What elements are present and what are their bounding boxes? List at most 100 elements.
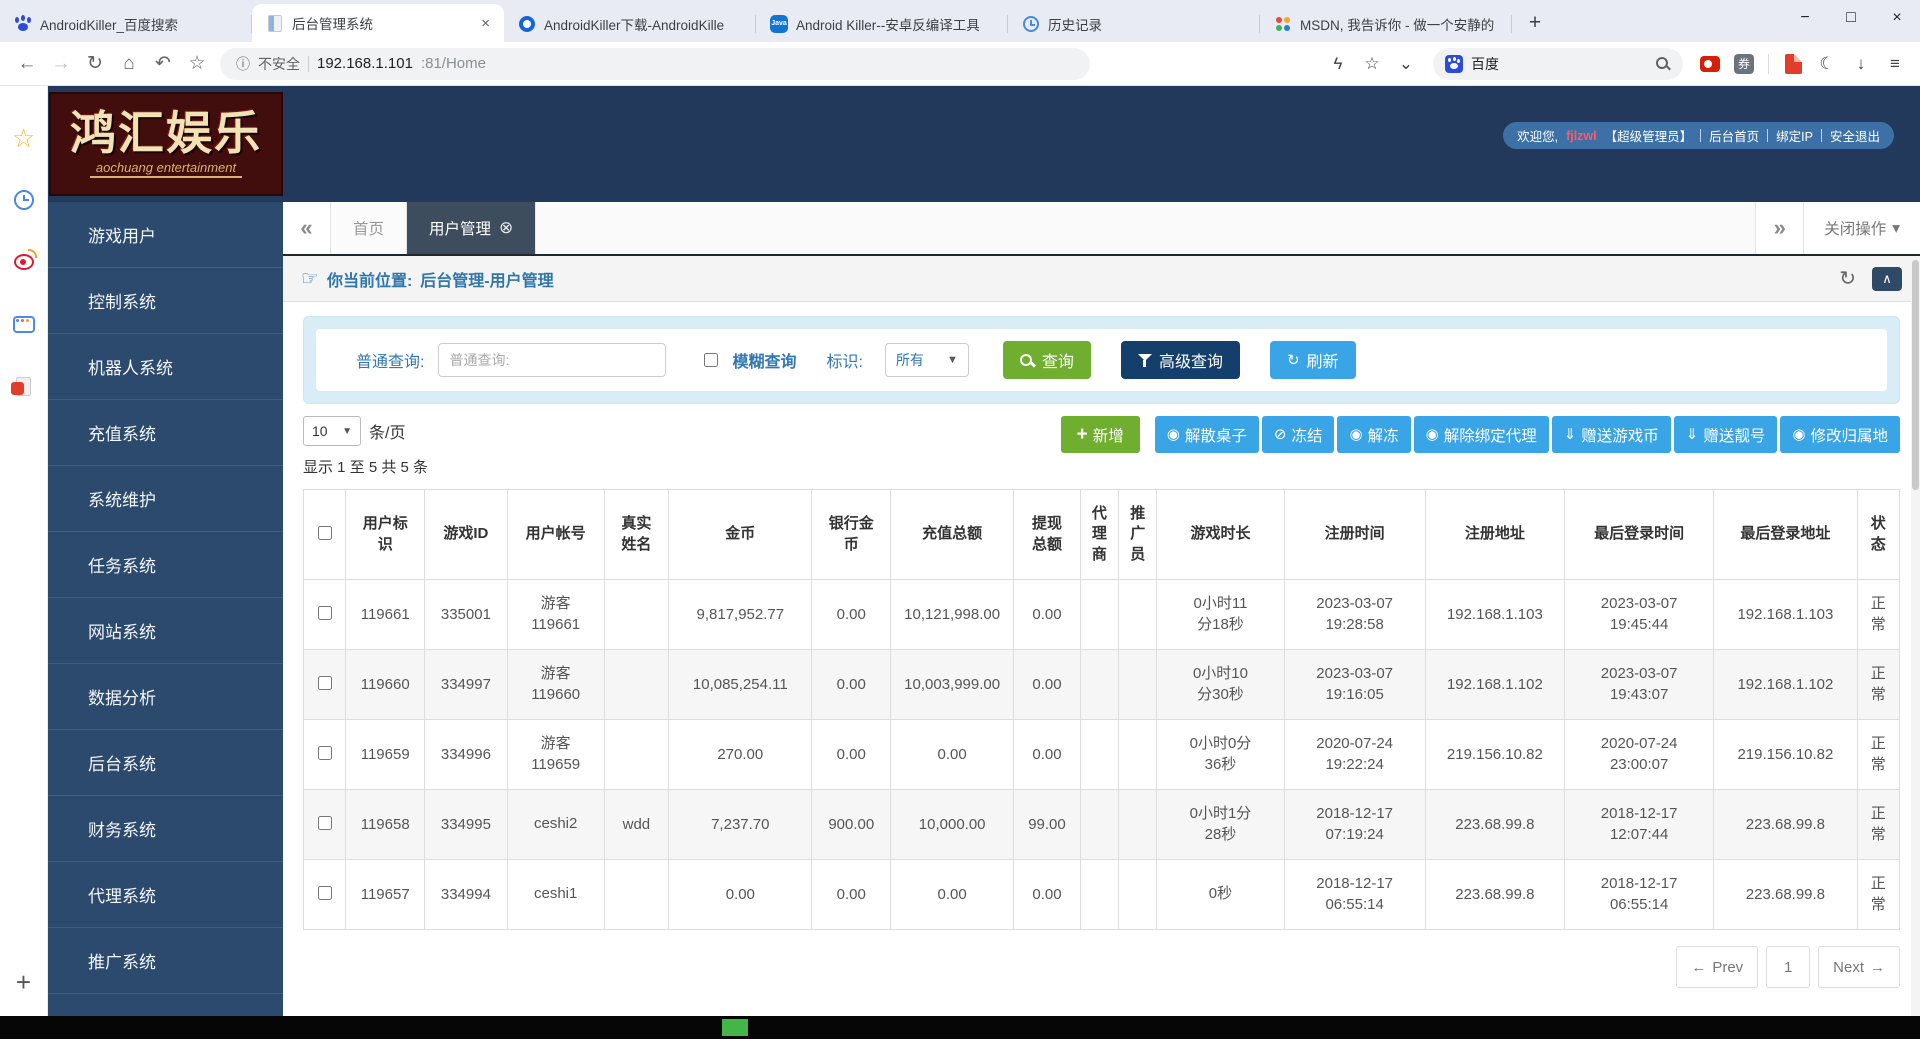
- home-icon[interactable]: ⌂: [112, 47, 146, 81]
- search-box[interactable]: 百度: [1433, 48, 1683, 80]
- browser-tab-admin-system[interactable]: 后台管理系统 ×: [252, 4, 504, 42]
- page-number-button[interactable]: 1: [1766, 946, 1810, 988]
- star-outline-icon[interactable]: ☆: [1357, 49, 1387, 79]
- info-icon[interactable]: ⓘ: [236, 54, 250, 74]
- window-app-icon[interactable]: [12, 312, 36, 336]
- unbind-agent-button[interactable]: ◉ 解除绑定代理: [1414, 416, 1549, 453]
- weibo-icon[interactable]: [12, 250, 36, 274]
- sidebar-item-data-analysis[interactable]: 数据分析: [48, 664, 283, 730]
- refresh-page-icon[interactable]: ↻: [1839, 266, 1856, 291]
- tab-close-icon[interactable]: ×: [477, 15, 494, 32]
- gift-game-coins-button[interactable]: ⇓ 赠送游戏币: [1552, 416, 1671, 453]
- page-scrollbar[interactable]: [1911, 256, 1920, 1016]
- unfreeze-button[interactable]: ◉ 解冻: [1337, 416, 1410, 453]
- cell-reg-addr: 223.68.99.8: [1425, 860, 1564, 930]
- browser-tab-baidu-search[interactable]: AndroidKiller_百度搜索: [0, 6, 252, 42]
- sidebar-item-backend-system[interactable]: 后台系统: [48, 730, 283, 796]
- pdf-extension-icon[interactable]: [1778, 49, 1808, 79]
- admin-home-link[interactable]: 后台首页: [1709, 126, 1759, 145]
- close-operations-dropdown[interactable]: 关闭操作 ▾: [1803, 202, 1920, 254]
- row-checkbox[interactable]: [318, 676, 332, 690]
- sidebar-item-website-system[interactable]: 网站系统: [48, 598, 283, 664]
- flash-icon[interactable]: ϟ: [1323, 49, 1353, 79]
- scroll-tabs-right-icon[interactable]: »: [1755, 202, 1803, 254]
- extension-red-icon[interactable]: [1695, 49, 1725, 79]
- bind-ip-link[interactable]: 绑定IP: [1776, 126, 1813, 145]
- table-row[interactable]: 119658 334995 ceshi2 wdd 7,237.70 900.00…: [304, 790, 1900, 860]
- cell-account[interactable]: 游客 119661: [507, 580, 604, 650]
- toolbar-divider: [1768, 54, 1769, 74]
- dark-mode-moon-icon[interactable]: ☾: [1812, 49, 1842, 79]
- os-taskbar[interactable]: [0, 1016, 1920, 1039]
- tab-home[interactable]: 首页: [331, 202, 407, 254]
- select-all-checkbox[interactable]: [318, 526, 332, 540]
- download-icon[interactable]: ↓: [1846, 49, 1876, 79]
- modify-location-button[interactable]: ◉ 修改归属地: [1780, 416, 1900, 453]
- row-checkbox[interactable]: [318, 886, 332, 900]
- row-checkbox[interactable]: [318, 606, 332, 620]
- flag-select[interactable]: 所有 ▼: [885, 343, 969, 377]
- sidebar-item-system-maintenance[interactable]: 系统维护: [48, 466, 283, 532]
- scrollbar-thumb[interactable]: [1912, 260, 1919, 490]
- browser-tab-androidkiller-download[interactable]: AndroidKiller下载-AndroidKille: [504, 6, 756, 42]
- freeze-button[interactable]: ⊘ 冻结: [1262, 416, 1335, 453]
- dissolve-table-button[interactable]: ◉ 解散桌子: [1155, 416, 1259, 453]
- back-icon[interactable]: ←: [10, 47, 44, 81]
- cell-account[interactable]: ceshi2: [507, 790, 604, 860]
- forward-icon[interactable]: →: [44, 47, 78, 81]
- taskbar-app-indicator[interactable]: [722, 1019, 748, 1036]
- add-sidebar-item-icon[interactable]: +: [16, 967, 31, 998]
- minimize-button[interactable]: −: [1782, 0, 1828, 36]
- sidebar-item-game-users[interactable]: 游戏用户: [48, 202, 283, 268]
- reload-icon[interactable]: ↻: [78, 47, 112, 81]
- scroll-tabs-left-icon[interactable]: «: [283, 202, 331, 254]
- sidebar-item-recharge-system[interactable]: 充值系统: [48, 400, 283, 466]
- search-icon[interactable]: [1655, 56, 1671, 72]
- sidebar-item-agent-system[interactable]: 代理系统: [48, 862, 283, 928]
- page-size-select[interactable]: 10 ▼: [303, 416, 361, 446]
- gift-nice-number-button[interactable]: ⇓ 赠送靓号: [1674, 416, 1778, 453]
- sidebar-item-promotion-system[interactable]: 推广系统: [48, 928, 283, 994]
- new-tab-button[interactable]: +: [1518, 6, 1552, 40]
- logout-link[interactable]: 安全退出: [1830, 126, 1880, 145]
- tab-close-icon[interactable]: ⊗: [499, 218, 513, 238]
- browser-tab-androidkiller-tool[interactable]: Android Killer--安卓反编译工具: [756, 6, 1008, 42]
- history-clock-icon[interactable]: [12, 188, 36, 212]
- browser-tab-msdn[interactable]: MSDN, 我告诉你 - 做一个安静的: [1260, 6, 1512, 42]
- tab-user-management[interactable]: 用户管理 ⊗: [407, 202, 536, 254]
- cell-account[interactable]: 游客 119659: [507, 720, 604, 790]
- advanced-query-button[interactable]: 高级查询: [1121, 341, 1240, 379]
- sidebar-item-finance-system[interactable]: 财务系统: [48, 796, 283, 862]
- table-row[interactable]: 119657 334994 ceshi1 0.00 0.00 0.00 0.00: [304, 860, 1900, 930]
- coupon-extension-icon[interactable]: 券: [1729, 49, 1759, 79]
- collapse-panel-icon[interactable]: ∧: [1872, 267, 1902, 291]
- row-checkbox[interactable]: [318, 746, 332, 760]
- pdf-app-icon[interactable]: [12, 374, 36, 398]
- browser-menu-icon[interactable]: ≡: [1880, 49, 1910, 79]
- browser-tab-history[interactable]: 历史记录: [1008, 6, 1260, 42]
- undo-icon[interactable]: ↶: [146, 47, 180, 81]
- favorites-star-icon[interactable]: ☆: [12, 126, 36, 150]
- refresh-button[interactable]: ↻ 刷新: [1270, 341, 1356, 379]
- add-button[interactable]: + 新增: [1061, 416, 1140, 453]
- query-input[interactable]: [438, 343, 666, 377]
- query-button[interactable]: 查询: [1003, 341, 1091, 379]
- table-row[interactable]: 119659 334996 游客 119659 270.00 0.00 0.00…: [304, 720, 1900, 790]
- prev-page-button[interactable]: ← Prev: [1676, 946, 1758, 988]
- chevron-down-icon[interactable]: ⌄: [1391, 49, 1421, 79]
- cell-account[interactable]: 游客 119660: [507, 650, 604, 720]
- row-checkbox[interactable]: [318, 816, 332, 830]
- close-button[interactable]: ×: [1874, 0, 1920, 36]
- cell-account[interactable]: ceshi1: [507, 860, 604, 930]
- maximize-button[interactable]: □: [1828, 0, 1874, 36]
- fuzzy-checkbox[interactable]: [704, 353, 718, 367]
- sidebar-item-partial[interactable]: [48, 994, 283, 1016]
- bookmark-star-icon[interactable]: ☆: [180, 47, 214, 81]
- next-page-button[interactable]: Next →: [1818, 946, 1900, 988]
- sidebar-item-control-system[interactable]: 控制系统: [48, 268, 283, 334]
- sidebar-item-task-system[interactable]: 任务系统: [48, 532, 283, 598]
- sidebar-item-robot-system[interactable]: 机器人系统: [48, 334, 283, 400]
- table-row[interactable]: 119660 334997 游客 119660 10,085,254.11 0.…: [304, 650, 1900, 720]
- url-field[interactable]: ⓘ 不安全 192.168.1.101:81/Home: [220, 48, 1090, 80]
- table-row[interactable]: 119661 335001 游客 119661 9,817,952.77 0.0…: [304, 580, 1900, 650]
